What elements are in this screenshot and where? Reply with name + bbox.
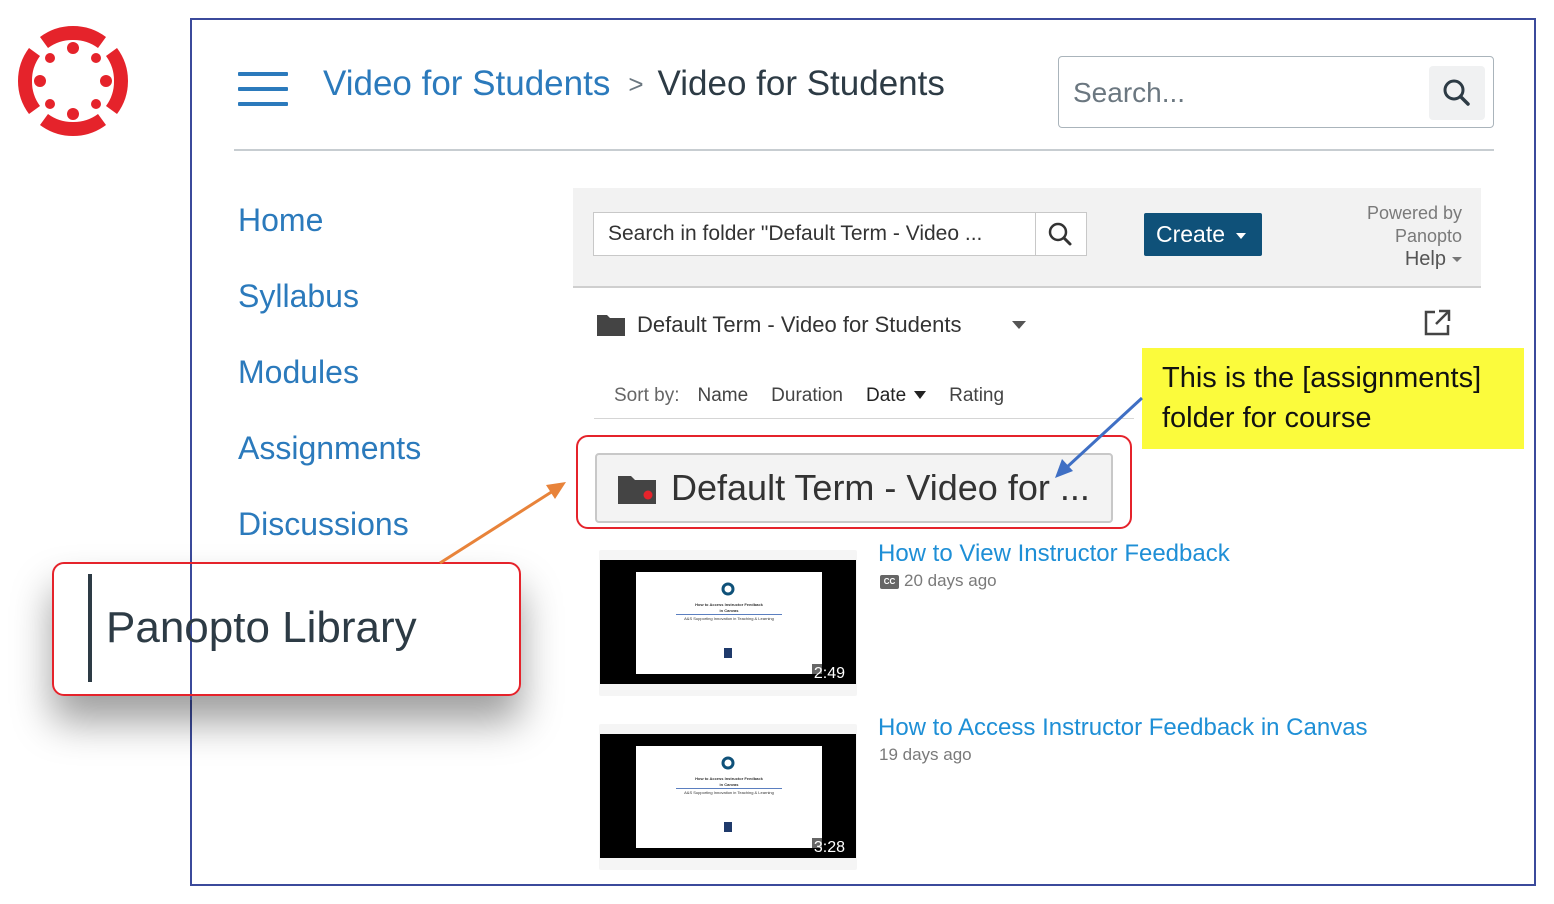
folder-icon — [618, 476, 656, 504]
video-title-link[interactable]: How to Access Instructor Feedback in Can… — [878, 714, 1368, 742]
breadcrumb-separator: > — [628, 69, 644, 99]
annotation-note: This is the [assignments] folder for cou… — [1142, 348, 1524, 449]
breadcrumb: Video for Students > Video for Students — [323, 64, 945, 104]
folder-dropdown-icon[interactable] — [1012, 321, 1026, 329]
search-icon — [1048, 222, 1072, 246]
nav-assignments[interactable]: Assignments — [238, 430, 421, 467]
video-duration: 2:49 — [811, 664, 847, 684]
video-date: 20 days ago — [904, 571, 997, 590]
folder-icon — [597, 315, 625, 336]
subfolder-button[interactable]: Default Term - Video for ... — [595, 453, 1113, 523]
sort-label: Sort by: — [614, 385, 680, 406]
nav-home[interactable]: Home — [238, 202, 323, 239]
thumbnail-slide: How to Access Instructor Feedback in Can… — [636, 746, 822, 848]
annotation-line-2: folder for course — [1162, 402, 1372, 434]
nav-modules[interactable]: Modules — [238, 354, 359, 391]
sort-by-rating[interactable]: Rating — [949, 385, 1004, 406]
global-search — [1058, 56, 1494, 128]
slide-seal-icon — [724, 648, 732, 658]
folder-search-button[interactable] — [1035, 213, 1086, 255]
sort-divider — [594, 418, 1134, 419]
sort-by-date[interactable]: Date — [866, 385, 927, 406]
active-nav-indicator — [88, 574, 92, 682]
slide-seal-icon — [724, 822, 732, 832]
slide-title: How to Access Instructor Feedback — [695, 602, 763, 607]
sort-by-duration[interactable]: Duration — [771, 385, 843, 406]
search-input[interactable] — [1071, 71, 1415, 115]
closed-captions-icon: CC — [880, 575, 899, 589]
slide-rule — [676, 614, 782, 615]
create-button[interactable]: Create — [1144, 213, 1262, 256]
subfolder-name: Default Term - Video for ... — [671, 467, 1090, 508]
open-in-new-window-icon[interactable] — [1422, 308, 1452, 338]
folder-search-input[interactable]: Search in folder "Default Term - Video .… — [608, 222, 1028, 246]
nav-syllabus[interactable]: Syllabus — [238, 278, 359, 315]
powered-by-panopto[interactable]: Powered by Panopto — [1330, 202, 1462, 248]
current-folder-title: Default Term - Video for Students — [637, 312, 962, 337]
chevron-down-icon — [1452, 257, 1462, 263]
sort-by-name[interactable]: Name — [697, 385, 748, 406]
folder-search: Search in folder "Default Term - Video .… — [593, 212, 1087, 256]
header-divider — [234, 149, 1494, 151]
video-thumbnail[interactable]: How to Access Instructor Feedback in Can… — [599, 550, 857, 696]
video-duration: 3:28 — [811, 838, 847, 858]
sort-descending-icon — [914, 390, 927, 399]
slide-logo-icon — [721, 756, 735, 770]
hamburger-menu-icon[interactable] — [238, 72, 290, 108]
canvas-logo-icon — [18, 26, 128, 136]
slide-rule — [676, 788, 782, 789]
annotation-line-1: This is the [assignments] — [1162, 362, 1482, 394]
breadcrumb-current-page: Video for Students — [657, 64, 945, 103]
create-button-label: Create — [1156, 221, 1226, 247]
video-date: 19 days ago — [879, 745, 972, 764]
nav-discussions[interactable]: Discussions — [238, 506, 409, 543]
panopto-text: Panopto — [1394, 226, 1462, 246]
powered-by-text: Powered by — [1366, 203, 1462, 223]
nav-panopto-library[interactable]: Panopto Library — [106, 603, 417, 653]
sort-date-label: Date — [866, 385, 907, 406]
breadcrumb-course-link[interactable]: Video for Students — [323, 64, 610, 103]
search-icon — [1443, 79, 1470, 106]
slide-logo-icon — [721, 582, 735, 596]
sort-bar: Sort by: Name Duration Date Rating — [614, 385, 1027, 407]
slide-title: How to Access Instructor Feedback — [695, 776, 763, 781]
search-button[interactable] — [1429, 66, 1485, 120]
slide-title-2: in Canvas — [719, 608, 739, 613]
slide-subtitle: A&S Supporting Innovation in Teaching & … — [684, 790, 774, 795]
help-label: Help — [1404, 248, 1446, 270]
slide-subtitle: A&S Supporting Innovation in Teaching & … — [684, 616, 774, 621]
video-thumbnail[interactable]: How to Access Instructor Feedback in Can… — [599, 724, 857, 870]
help-menu[interactable]: Help — [1380, 248, 1462, 271]
slide-title-2: in Canvas — [719, 782, 739, 787]
chevron-down-icon — [1236, 233, 1246, 239]
video-title-link[interactable]: How to View Instructor Feedback — [878, 540, 1230, 568]
thumbnail-slide: How to Access Instructor Feedback in Can… — [636, 572, 822, 674]
